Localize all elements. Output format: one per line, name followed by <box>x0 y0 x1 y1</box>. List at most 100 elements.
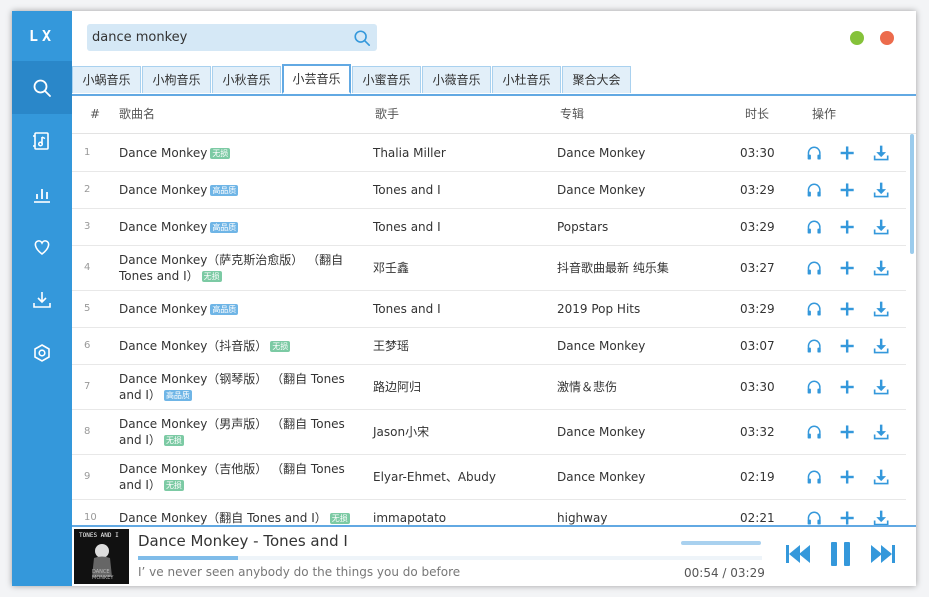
song-name: Dance Monkey <box>119 145 208 160</box>
download-icon[interactable] <box>873 300 889 318</box>
table-row[interactable]: 9 Dance Monkey（吉他版） （翻自 Tones and I） 无损 Ely… <box>72 454 906 500</box>
quality-badge: 高品质 <box>210 303 239 315</box>
song-name-cell: Dance Monkey（男声版） （翻自 Tones and I） 无损 <box>119 409 364 454</box>
download-icon[interactable] <box>873 468 889 486</box>
next-button[interactable] <box>868 541 896 567</box>
lyric-line: I’ ve never seen anybody do the things y… <box>138 565 461 579</box>
app-logo: LX <box>28 27 56 45</box>
table-row[interactable]: 1 Dance Monkey 无损 Thalia Miller Dance Monkey… <box>72 134 906 172</box>
headphone-icon[interactable] <box>806 423 822 441</box>
download-icon[interactable] <box>873 423 889 441</box>
song-name-cell: Dance Monkey（吉他版） （翻自 Tones and I） 无损 <box>119 454 364 499</box>
tab-6[interactable]: 小杜音乐 <box>492 66 561 93</box>
player-bar: TONES AND I DANCE MONKEY Dance Monkey - … <box>72 525 916 586</box>
album: Dance Monkey <box>557 424 646 439</box>
nav-settings[interactable] <box>12 326 72 379</box>
album-cover[interactable]: TONES AND I DANCE MONKEY <box>74 529 129 584</box>
nav-download[interactable] <box>12 273 72 326</box>
headphone-icon[interactable] <box>806 337 822 355</box>
nav-search[interactable] <box>12 61 72 114</box>
headphone-icon[interactable] <box>806 468 822 486</box>
table-row[interactable]: 4 Dance Monkey（萨克斯治愈版） （翻自 Tones and I） 无损… <box>72 245 906 291</box>
search-icon <box>33 79 51 97</box>
headphone-icon[interactable] <box>806 144 822 162</box>
scrollbar[interactable] <box>910 134 914 254</box>
nav-charts[interactable] <box>12 167 72 220</box>
tab-5[interactable]: 小薇音乐 <box>422 66 491 93</box>
add-icon[interactable] <box>839 181 855 199</box>
headphone-icon[interactable] <box>806 378 822 396</box>
headphone-icon[interactable] <box>806 300 822 318</box>
tab-4[interactable]: 小蜜音乐 <box>352 66 421 93</box>
download-icon[interactable] <box>873 509 889 526</box>
duration: 03:07 <box>740 338 775 353</box>
download-icon[interactable] <box>873 337 889 355</box>
download-icon[interactable] <box>873 181 889 199</box>
quality-badge: 高品质 <box>210 184 239 196</box>
add-icon[interactable] <box>839 144 855 162</box>
song-name-cell: Dance Monkey（抖音版） 无损 <box>119 327 364 364</box>
cover-title: TONES AND I <box>79 532 119 539</box>
music-list-icon <box>33 131 49 150</box>
tab-0[interactable]: 小蜗音乐 <box>72 66 141 93</box>
headphone-icon[interactable] <box>806 181 822 199</box>
download-icon[interactable] <box>873 378 889 396</box>
duration: 03:30 <box>740 145 775 160</box>
table-row[interactable]: 5 Dance Monkey 高品质 Tones and I 2019 Pop Hits… <box>72 290 906 328</box>
add-icon[interactable] <box>839 468 855 486</box>
table-row[interactable]: 7 Dance Monkey（钢琴版） （翻自 Tones and I） 高品质 路边… <box>72 364 906 410</box>
nav-music-list[interactable] <box>12 114 72 167</box>
add-icon[interactable] <box>839 337 855 355</box>
prev-button[interactable] <box>785 541 813 567</box>
duration: 03:29 <box>740 301 775 316</box>
album: 抖音歌曲最新 纯乐集 <box>557 261 669 275</box>
row-actions <box>806 327 906 364</box>
row-actions <box>806 290 906 327</box>
close-button[interactable] <box>880 31 894 45</box>
add-icon[interactable] <box>839 300 855 318</box>
album: 2019 Pop Hits <box>557 301 641 316</box>
download-icon[interactable] <box>873 218 889 236</box>
download-icon[interactable] <box>873 144 889 162</box>
nav-favorites[interactable] <box>12 220 72 273</box>
download-icon[interactable] <box>873 259 889 277</box>
header-name: 歌曲名 <box>119 107 156 121</box>
search-input[interactable] <box>92 24 342 51</box>
track-title: Dance Monkey - Tones and I <box>138 532 348 550</box>
table-row[interactable]: 2 Dance Monkey 高品质 Tones and I Dance Monkey 0… <box>72 171 906 209</box>
table-row[interactable]: 6 Dance Monkey（抖音版） 无损 王梦瑶 Dance Monkey 03:07 <box>72 327 906 365</box>
headphone-icon[interactable] <box>806 259 822 277</box>
song-name: Dance Monkey（抖音版） <box>119 338 268 353</box>
song-name: Dance Monkey（吉他版） （翻自 Tones and I） <box>119 461 345 492</box>
minimize-button[interactable] <box>850 31 864 45</box>
tab-2[interactable]: 小秋音乐 <box>212 66 281 93</box>
album: 激情＆悲伤 <box>557 380 618 394</box>
add-icon[interactable] <box>839 423 855 441</box>
table-row[interactable]: 3 Dance Monkey 高品质 Tones and I Popstars 03:29 <box>72 208 906 246</box>
song-name: Dance Monkey（男声版） （翻自 Tones and I） <box>119 416 345 447</box>
progress-bar[interactable] <box>138 556 762 560</box>
song-name-cell: Dance Monkey 高品质 <box>119 208 364 245</box>
table-row[interactable]: 8 Dance Monkey（男声版） （翻自 Tones and I） 无损 Jas… <box>72 409 906 455</box>
header-num: # <box>90 107 101 121</box>
tab-7[interactable]: 聚合大会 <box>562 66 631 93</box>
tab-3[interactable]: 小芸音乐 <box>282 64 351 94</box>
album: Popstars <box>557 219 609 234</box>
row-actions <box>806 499 906 525</box>
table-row[interactable]: 10 Dance Monkey（翻自 Tones and I） 无损 immapota… <box>72 499 906 525</box>
headphone-icon[interactable] <box>806 218 822 236</box>
artist: Jason小宋 <box>373 425 430 439</box>
add-icon[interactable] <box>839 378 855 396</box>
tab-1[interactable]: 小枸音乐 <box>142 66 211 93</box>
add-icon[interactable] <box>839 259 855 277</box>
app-window: LX 小蜗音乐小枸音乐小秋音乐小芸音乐小蜜音乐小薇音乐小杜音乐聚合大会 # <box>12 11 916 586</box>
song-name: Dance Monkey（翻自 Tones and I） <box>119 510 327 525</box>
search-icon[interactable] <box>353 29 371 47</box>
add-icon[interactable] <box>839 218 855 236</box>
pause-button[interactable] <box>828 541 854 567</box>
artist: Tones and I <box>373 219 441 234</box>
volume-slider[interactable] <box>681 541 761 545</box>
header-duration: 时长 <box>745 107 770 121</box>
add-icon[interactable] <box>839 509 855 526</box>
headphone-icon[interactable] <box>806 509 822 526</box>
